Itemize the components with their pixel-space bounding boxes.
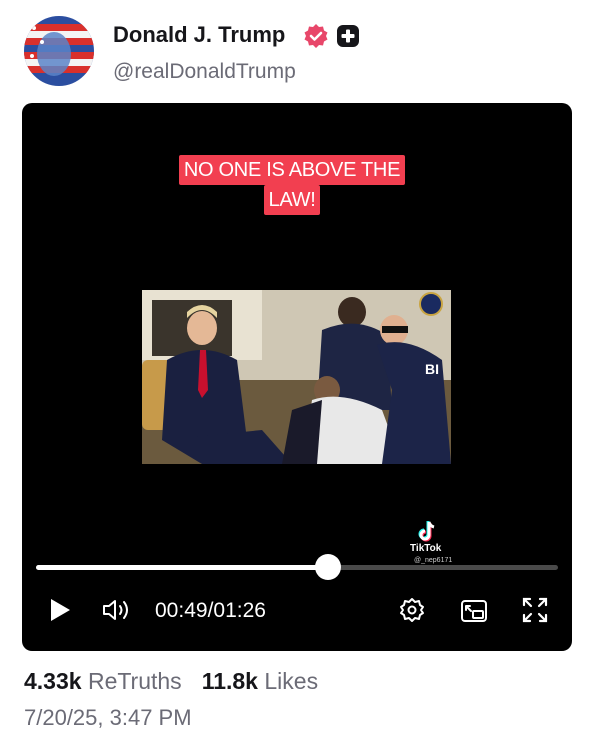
video-player[interactable]: NO ONE IS ABOVE THE LAW! BI TikTok @_nep… xyxy=(22,103,572,651)
fullscreen-icon[interactable] xyxy=(522,597,548,623)
tiktok-label: TikTok xyxy=(410,543,442,554)
author-handle[interactable]: @realDonaldTrump xyxy=(113,60,296,84)
caption-line-2: LAW! xyxy=(263,185,321,215)
pip-icon[interactable] xyxy=(460,599,488,623)
likes-count: 11.8k xyxy=(201,668,258,694)
post-timestamp[interactable]: 7/20/25, 3:47 PM xyxy=(24,705,192,731)
verified-icon xyxy=(304,24,328,48)
progress-track[interactable] xyxy=(36,565,558,570)
retruths-link[interactable]: 4.33k ReTruths xyxy=(24,668,182,694)
retruths-count: 4.33k xyxy=(24,668,82,694)
duration: 01:26 xyxy=(213,599,266,622)
current-time: 00:49 xyxy=(155,599,208,622)
volume-icon[interactable] xyxy=(102,597,132,623)
video-caption: NO ONE IS ABOVE THE LAW! xyxy=(172,155,412,215)
svg-text:BI: BI xyxy=(425,361,439,377)
tiktok-user: @_nep6171 xyxy=(414,557,453,564)
play-icon[interactable] xyxy=(48,597,72,623)
progress-fill xyxy=(36,565,329,570)
video-frame: BI xyxy=(142,290,451,464)
author-name[interactable]: Donald J. Trump xyxy=(113,22,285,48)
post-stats: 4.33k ReTruths 11.8k Likes xyxy=(24,668,318,695)
progress-knob[interactable] xyxy=(315,554,342,580)
plus-badge-icon xyxy=(337,25,359,47)
retruths-label: ReTruths xyxy=(87,668,182,694)
likes-link[interactable]: 11.8k Likes xyxy=(202,668,318,694)
caption-line-1: NO ONE IS ABOVE THE xyxy=(178,155,406,185)
playback-time: 00:49/01:26 xyxy=(155,599,266,622)
avatar[interactable] xyxy=(24,16,94,86)
settings-icon[interactable] xyxy=(399,597,425,623)
tiktok-icon xyxy=(418,521,435,542)
likes-label: Likes xyxy=(264,668,319,694)
